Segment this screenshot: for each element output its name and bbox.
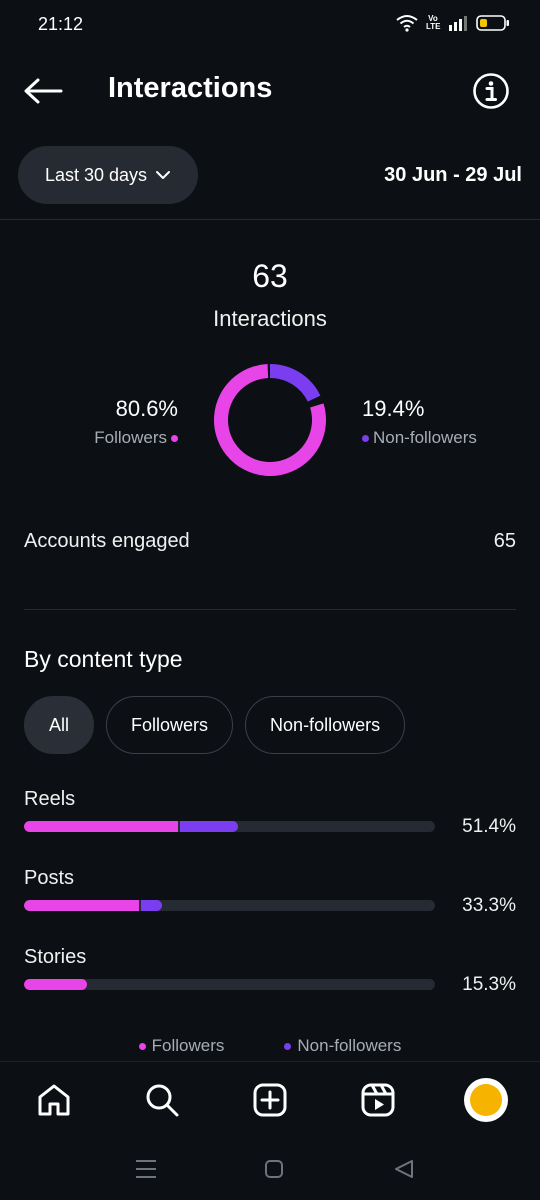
- nav-reels[interactable]: [356, 1078, 400, 1122]
- followers-percent: 80.6%: [115, 396, 178, 421]
- content-row-percent: 33.3%: [462, 895, 516, 916]
- nonfollowers-bar: [141, 900, 162, 911]
- progress-track: [24, 900, 435, 911]
- nav-search[interactable]: [140, 1078, 184, 1122]
- followers-bar: [24, 979, 87, 990]
- volte-indicator: Vo LTE: [426, 14, 441, 31]
- interactions-total: 63: [252, 258, 288, 294]
- home-square-icon: [265, 1160, 283, 1178]
- section-title: By content type: [24, 646, 183, 672]
- bottom-nav: [0, 1061, 540, 1141]
- legend-followers-label: Followers: [151, 1036, 225, 1055]
- date-range-row: Last 30 days 30 Jun - 29 Jul: [0, 146, 540, 206]
- content-row-label: Stories: [24, 946, 87, 968]
- nonfollowers-bar: [180, 821, 238, 832]
- divider: [24, 609, 516, 610]
- nav-profile[interactable]: [464, 1078, 508, 1122]
- date-range-text: 30 Jun - 29 Jul: [384, 164, 522, 186]
- followers-dot: [138, 1042, 146, 1050]
- interactions-donut-chart: [214, 364, 326, 476]
- info-button[interactable]: [472, 72, 510, 110]
- content-row-stories: Stories 15.3%: [24, 946, 516, 995]
- content-filter-chips: All Followers Non-followers: [24, 696, 406, 754]
- content-row-percent: 51.4%: [462, 816, 516, 837]
- system-back-button[interactable]: [390, 1155, 418, 1183]
- wifi-icon: [396, 15, 418, 32]
- followers-dot: [171, 434, 178, 442]
- profile-avatar: [464, 1078, 508, 1122]
- content-row-label: Reels: [24, 788, 76, 810]
- filter-followers[interactable]: Followers: [106, 696, 234, 754]
- filter-nonfollowers[interactable]: Non-followers: [245, 696, 406, 754]
- search-icon: [146, 1084, 179, 1117]
- header: Interactions: [0, 60, 540, 122]
- create-icon: [253, 1083, 287, 1117]
- back-button[interactable]: [22, 72, 64, 110]
- arrow-left-icon: [24, 78, 63, 104]
- progress-track: [24, 821, 435, 832]
- nonfollowers-dot: [362, 434, 369, 442]
- legend-nonfollowers-label: Non-followers: [297, 1036, 402, 1055]
- divider: [0, 219, 540, 220]
- progress-track: [24, 979, 435, 990]
- status-icons: Vo LTE: [396, 14, 510, 32]
- nav-home[interactable]: [32, 1078, 76, 1122]
- status-bar: 21:12 Vo LTE: [0, 0, 540, 48]
- content-row-reels: Reels 51.4%: [24, 788, 516, 837]
- chevron-down-icon: [156, 171, 171, 179]
- status-time: 21:12: [38, 14, 84, 34]
- menu-icon: [136, 1160, 156, 1178]
- content-row-label: Posts: [24, 867, 75, 889]
- nonfollowers-summary: 19.4% Non-followers: [362, 396, 477, 448]
- content-row-percent: 15.3%: [462, 974, 516, 995]
- date-range-label: Last 30 days: [44, 164, 148, 185]
- interactions-label: Interactions: [213, 306, 327, 331]
- legend-nonfollowers: Non-followers: [284, 1036, 401, 1056]
- reels-icon: [361, 1083, 395, 1117]
- avatar-image: [470, 1084, 502, 1116]
- content-row-posts: Posts 33.3%: [24, 867, 516, 916]
- system-nav-bar: [0, 1141, 540, 1200]
- filter-all[interactable]: All: [24, 696, 95, 754]
- signal-icon: [449, 16, 467, 31]
- system-menu-button[interactable]: [132, 1155, 160, 1183]
- system-home-button[interactable]: [260, 1155, 288, 1183]
- nonfollowers-dot: [284, 1042, 292, 1050]
- followers-bar: [24, 900, 140, 911]
- nav-create[interactable]: [248, 1078, 292, 1122]
- legend-followers: Followers: [138, 1036, 225, 1056]
- accounts-engaged-row: Accounts engaged 65: [24, 530, 516, 558]
- home-icon: [38, 1084, 70, 1116]
- followers-label-row: Followers: [94, 428, 178, 448]
- accounts-engaged-label: Accounts engaged: [24, 530, 190, 552]
- nonfollowers-label: Non-followers: [373, 428, 477, 447]
- accounts-engaged-value: 65: [493, 530, 516, 552]
- date-range-selector[interactable]: Last 30 days: [18, 146, 198, 204]
- nonfollowers-label-row: Non-followers: [362, 428, 477, 448]
- followers-bar: [24, 821, 179, 832]
- info-icon: [473, 73, 509, 109]
- bar-legend: Followers Non-followers: [0, 1036, 540, 1056]
- followers-label: Followers: [94, 428, 167, 447]
- battery-icon: [476, 15, 509, 31]
- followers-summary: 80.6% Followers: [94, 396, 178, 448]
- nonfollowers-percent: 19.4%: [362, 396, 425, 421]
- page-title: Interactions: [108, 72, 273, 104]
- back-triangle-icon: [395, 1160, 413, 1178]
